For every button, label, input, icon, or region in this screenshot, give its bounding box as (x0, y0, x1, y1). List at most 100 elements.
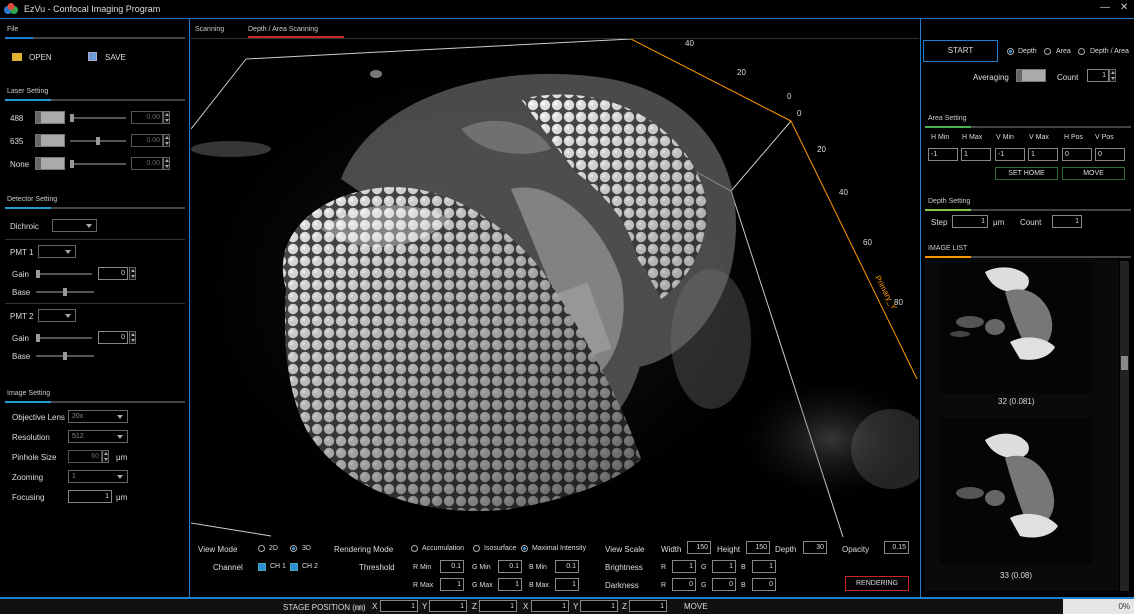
3d-render-view[interactable]: 40 20 0 0 20 40 60 80 Primary_Y (191, 39, 919, 539)
pmt1-gain-spin[interactable] (129, 267, 136, 280)
area-radio[interactable] (1044, 48, 1051, 55)
target-z-input[interactable]: 1 (629, 600, 667, 612)
stage-z-label: Z (472, 602, 477, 611)
laser-toggle[interactable] (35, 111, 65, 124)
area-input[interactable]: 0 (1095, 148, 1125, 161)
opacity-input[interactable]: 0.15 (884, 541, 909, 554)
width-label: Width (661, 545, 682, 554)
depth-area-radio[interactable] (1078, 48, 1085, 55)
brightness-r-input[interactable]: 1 (672, 560, 696, 573)
depth-input[interactable]: 30 (803, 541, 827, 554)
pmt2-select[interactable] (38, 309, 76, 322)
pmt1-select[interactable] (38, 245, 76, 258)
laser-spin[interactable] (163, 111, 170, 124)
count-label: Count (1057, 73, 1079, 82)
darkness-r-input[interactable]: 0 (672, 578, 696, 591)
tab-scanning[interactable]: Scanning (195, 26, 224, 33)
step-input[interactable]: 1 (952, 215, 988, 228)
laser-spin[interactable] (163, 157, 170, 170)
stage-z-input[interactable]: 1 (479, 600, 517, 612)
pmt1-gain-slider[interactable] (36, 273, 92, 275)
area-input[interactable]: 0 (1062, 148, 1092, 161)
close-button[interactable]: ✕ (1120, 2, 1128, 13)
ch1-checkbox[interactable] (258, 563, 266, 571)
width-input[interactable]: 150 (687, 541, 711, 554)
height-input[interactable]: 150 (746, 541, 770, 554)
area-input[interactable]: -1 (995, 148, 1025, 161)
b-max-input[interactable]: 1 (555, 578, 579, 591)
g-min-input[interactable]: 0.1 (498, 560, 522, 573)
image-list-scrollbar[interactable] (1120, 261, 1129, 591)
stage-x-input[interactable]: 1 (380, 600, 418, 612)
set-home-button[interactable]: SET HOME (995, 167, 1058, 180)
r-max-input[interactable]: 1 (440, 578, 464, 591)
area-setting-title: Area Setting (928, 115, 967, 122)
averaging-toggle[interactable] (1016, 69, 1046, 82)
pmt2-gain-spin[interactable] (129, 331, 136, 344)
stage-y-input[interactable]: 1 (429, 600, 467, 612)
isosurface-radio[interactable] (473, 545, 480, 552)
pinhole-unit: μm (116, 453, 128, 462)
rendering-button[interactable]: RENDERING (845, 576, 909, 591)
b-min-input[interactable]: 0.1 (555, 560, 579, 573)
count-spin[interactable] (1109, 69, 1116, 82)
start-button[interactable]: START (923, 40, 998, 62)
darkness-g-input[interactable]: 0 (712, 578, 736, 591)
save-button[interactable]: SAVE (105, 53, 126, 62)
image-thumbnail[interactable] (940, 262, 1092, 394)
open-button[interactable]: OPEN (29, 53, 52, 62)
pmt2-gain-value[interactable]: 0 (98, 331, 128, 344)
laser-value[interactable]: 0.00 (131, 157, 163, 170)
area-input[interactable]: 1 (1028, 148, 1058, 161)
focus-label: Focusing (12, 493, 45, 502)
pmt2-gain-label: Gain (12, 334, 29, 343)
area-input[interactable]: 1 (961, 148, 991, 161)
image-thumbnail[interactable] (940, 418, 1092, 563)
dichroic-select[interactable] (52, 219, 97, 232)
pinhole-spin[interactable] (102, 450, 109, 463)
focus-value[interactable]: 1 (68, 490, 112, 503)
pmt2-gain-slider[interactable] (36, 337, 92, 339)
darkness-b-input[interactable]: 0 (752, 578, 776, 591)
laser-slider[interactable] (70, 117, 126, 119)
brightness-r-label: R (661, 564, 667, 571)
laser-spin[interactable] (163, 134, 170, 147)
pmt1-gain-value[interactable]: 0 (98, 267, 128, 280)
pinhole-value[interactable]: 60 (68, 450, 102, 463)
objective-select[interactable]: 20x (68, 410, 128, 423)
ch2-checkbox[interactable] (290, 563, 298, 571)
tab-depth-area[interactable]: Depth / Area Scanning (248, 26, 318, 33)
minimize-button[interactable]: — (1100, 2, 1110, 13)
laser-value[interactable]: 0.00 (131, 111, 163, 124)
target-x-input[interactable]: 1 (531, 600, 569, 612)
laser-slider[interactable] (70, 163, 126, 165)
axis-top-tick: 40 (685, 39, 694, 48)
brightness-b-input[interactable]: 1 (752, 560, 776, 573)
area-header: V Max (1029, 134, 1049, 141)
accumulation-radio[interactable] (411, 545, 418, 552)
maximal-radio[interactable] (521, 545, 528, 552)
laser-toggle[interactable] (35, 134, 65, 147)
laser-value[interactable]: 0.00 (131, 134, 163, 147)
resolution-select[interactable]: 512 (68, 430, 128, 443)
depth-count-input[interactable]: 1 (1052, 215, 1082, 228)
laser-toggle[interactable] (35, 157, 65, 170)
brightness-g-input[interactable]: 1 (712, 560, 736, 573)
stage-move-button[interactable]: MOVE (684, 602, 708, 611)
dichroic-label: Dichroic (10, 222, 39, 231)
laser-label: None (10, 160, 30, 169)
g-max-input[interactable]: 1 (498, 578, 522, 591)
view-scale-label: View Scale (605, 545, 645, 554)
area-move-button[interactable]: MOVE (1062, 167, 1125, 180)
mode-2d-radio[interactable] (258, 545, 265, 552)
zoom-select[interactable]: 1 (68, 470, 128, 483)
depth-radio[interactable] (1007, 48, 1014, 55)
step-label: Step (931, 218, 948, 227)
target-y-input[interactable]: 1 (580, 600, 618, 612)
pmt1-gain-label: Gain (12, 270, 29, 279)
area-input[interactable]: -1 (928, 148, 958, 161)
depth-area-radio-label: Depth / Area (1090, 48, 1129, 55)
r-min-input[interactable]: 0.1 (440, 560, 464, 573)
mode-3d-radio[interactable] (290, 545, 297, 552)
count-input[interactable]: 1 (1087, 69, 1109, 82)
